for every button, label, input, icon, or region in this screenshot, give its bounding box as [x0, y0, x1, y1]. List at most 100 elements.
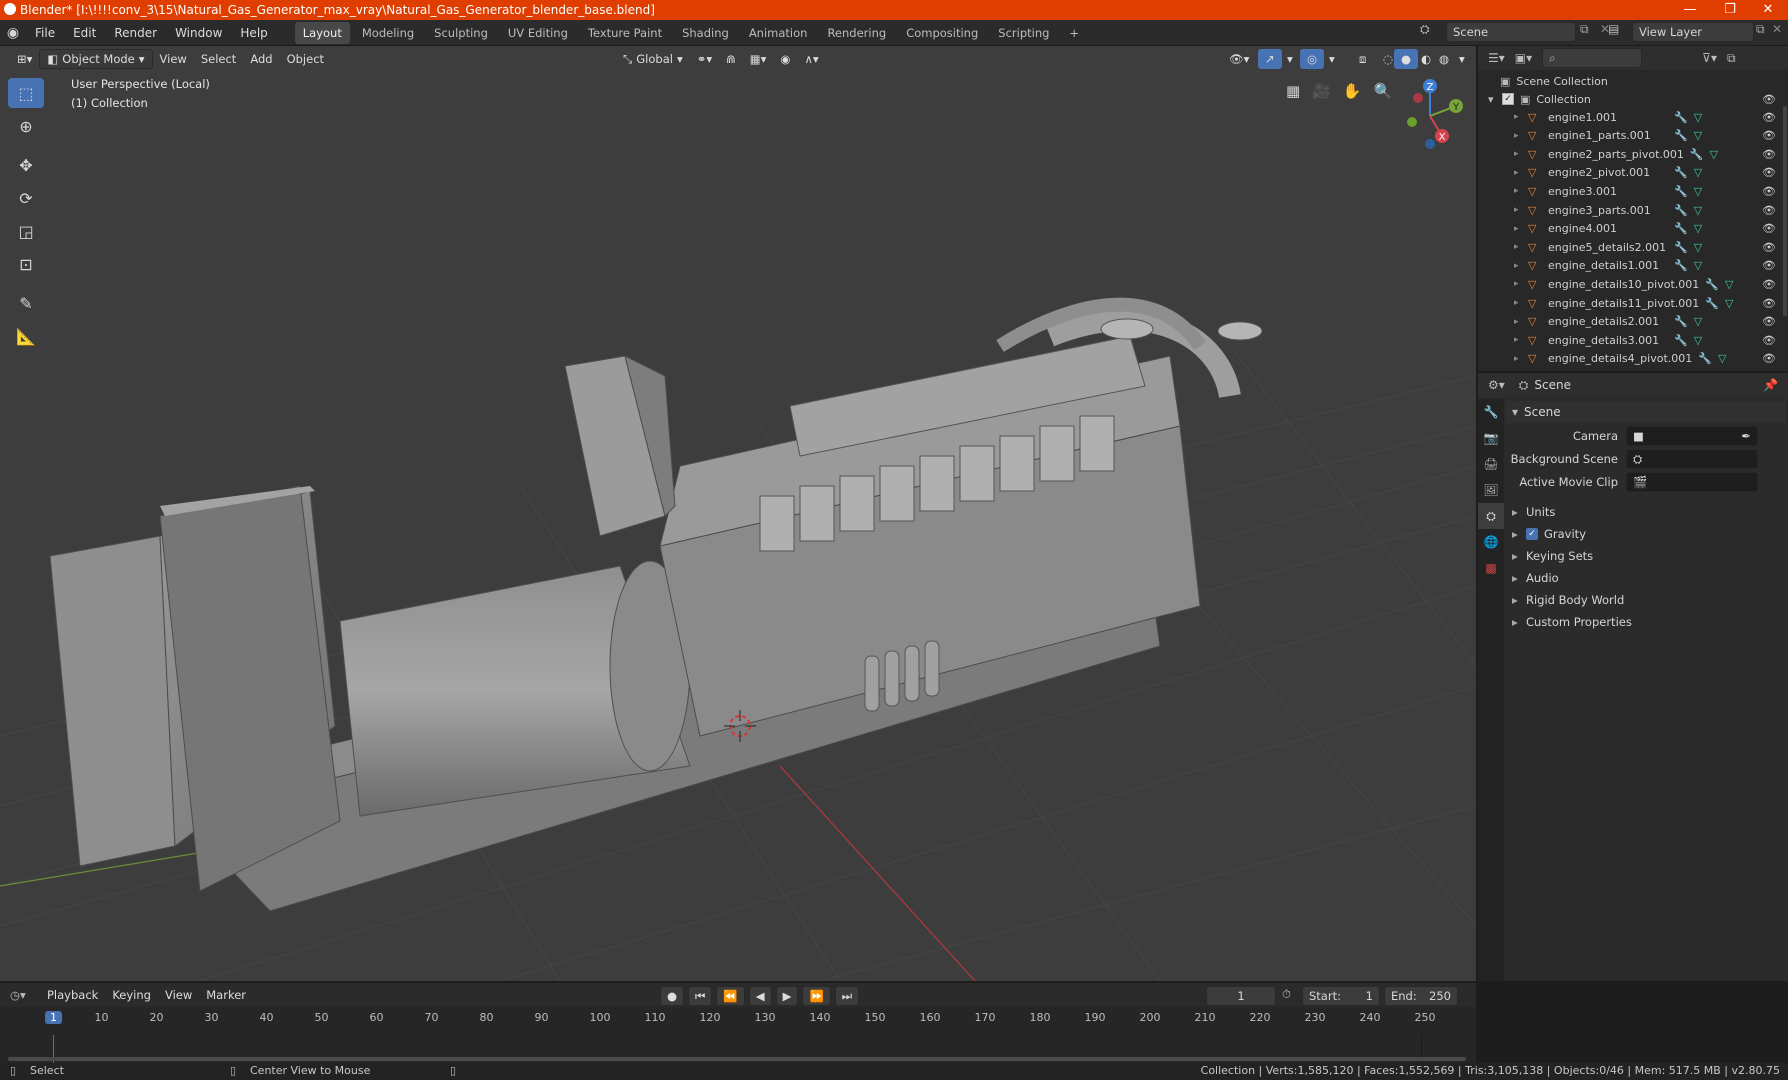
menu-window[interactable]: Window [166, 20, 231, 46]
expand-icon[interactable]: ▸ [1514, 317, 1528, 327]
3d-viewport[interactable]: ⊞▾ ◧ Object Mode ▾ View Select Add Objec… [0, 46, 1476, 981]
outliner-item[interactable]: ▸ ▽ engine_details10_pivot.001 🔧 ▽ 👁 [1478, 275, 1788, 293]
mode-selector[interactable]: ◧ Object Mode ▾ [39, 49, 153, 69]
custom-properties-section[interactable]: ▸ Custom Properties [1506, 611, 1784, 633]
pin-icon[interactable]: 📌 [1763, 378, 1778, 392]
outliner-item[interactable]: ▸ ▽ engine5_details2.001 🔧 ▽ 👁 [1478, 238, 1788, 256]
checkbox-icon[interactable]: ✓ [1502, 93, 1514, 105]
mesh-data-icon[interactable]: ▽ [1694, 129, 1702, 142]
viewport-menu-select[interactable]: Select [194, 49, 243, 69]
camera-view-icon[interactable]: 🎥 [1312, 82, 1331, 100]
outliner-item[interactable]: ▸ ▽ engine_details3.001 🔧 ▽ 👁 [1478, 331, 1788, 349]
maximize-button[interactable]: ❐ [1710, 0, 1750, 20]
tab-output-icon[interactable]: 🖨 [1478, 451, 1504, 477]
mesh-data-icon[interactable]: ▽ [1725, 278, 1733, 291]
eye-icon[interactable]: 👁 [1762, 185, 1776, 198]
expand-icon[interactable]: ▸ [1514, 279, 1528, 289]
expand-icon[interactable]: ▸ [1514, 261, 1528, 271]
expand-icon[interactable]: ▸ [1514, 149, 1528, 159]
gizmo-neg-z-icon[interactable] [1425, 139, 1435, 149]
jump-end-icon[interactable]: ⏭ [834, 986, 860, 1006]
timeline-scrollbar[interactable] [8, 1057, 1466, 1061]
tab-modeling[interactable]: Modeling [354, 22, 422, 44]
pivot-point-icon[interactable]: ⚭▾ [690, 49, 719, 69]
gravity-checkbox[interactable]: ✓ [1526, 528, 1538, 540]
eye-icon[interactable]: 👁 [1762, 241, 1776, 254]
expand-icon[interactable]: ▸ [1514, 205, 1528, 215]
modifier-icon[interactable]: 🔧 [1674, 129, 1688, 142]
expand-icon[interactable]: ▸ [1514, 186, 1528, 196]
select-box-tool[interactable]: ⬚ [8, 78, 44, 108]
units-section[interactable]: ▸ Units [1506, 501, 1784, 523]
new-view-layer-icon[interactable]: ⧉ [1756, 22, 1770, 37]
chevron-down-icon[interactable]: ▾ [1280, 49, 1300, 69]
outliner-item[interactable]: ▸ ▽ engine2_parts_pivot.001 🔧 ▽ 👁 [1478, 145, 1788, 163]
rigid-body-world-section[interactable]: ▸ Rigid Body World [1506, 589, 1784, 611]
transform-orientation-selector[interactable]: ⤡ Global ▾ [616, 49, 690, 69]
outliner-search-input[interactable]: ⌕ [1542, 48, 1643, 68]
eye-icon[interactable]: 👁 [1762, 129, 1776, 142]
viewport-menu-view[interactable]: View [153, 49, 194, 69]
eye-icon[interactable]: 👁 [1762, 222, 1776, 235]
tab-texture-icon[interactable]: ▩ [1478, 555, 1504, 581]
expand-icon[interactable]: ▸ [1514, 168, 1528, 178]
tab-rendering[interactable]: Rendering [819, 22, 894, 44]
view-layer-selector[interactable]: View Layer [1632, 22, 1754, 42]
background-scene-field[interactable]: ⛭ [1626, 449, 1758, 469]
new-scene-icon[interactable]: ⧉ [1580, 22, 1598, 37]
tab-shading[interactable]: Shading [674, 22, 737, 44]
tab-world-icon[interactable]: 🌐 [1478, 529, 1504, 555]
jump-start-icon[interactable]: ⏮ [688, 986, 713, 1006]
tab-animation[interactable]: Animation [741, 22, 816, 44]
navigation-gizmo[interactable]: Z Y X [1390, 76, 1470, 156]
tab-scene-icon[interactable]: ⛭ [1478, 503, 1504, 529]
modifier-icon[interactable]: 🔧 [1674, 166, 1688, 179]
mesh-data-icon[interactable]: ▽ [1725, 297, 1733, 310]
delete-view-layer-icon[interactable]: ✕ [1772, 22, 1786, 36]
modifier-icon[interactable]: 🔧 [1674, 259, 1688, 272]
outliner-item[interactable]: ▸ ▽ engine_details4_pivot.001 🔧 ▽ 👁 [1478, 350, 1788, 368]
mesh-data-icon[interactable]: ▽ [1694, 204, 1702, 217]
outliner-item[interactable]: ▸ ▽ engine4.001 🔧 ▽ 👁 [1478, 220, 1788, 238]
tab-uv-editing[interactable]: UV Editing [500, 22, 576, 44]
eye-icon[interactable]: 👁 [1762, 259, 1776, 272]
eye-icon[interactable]: 👁 [1762, 148, 1776, 161]
eye-icon[interactable]: 👁 [1762, 166, 1776, 179]
tab-compositing[interactable]: Compositing [898, 22, 986, 44]
expand-icon[interactable]: ▸ [1514, 298, 1528, 308]
keying-sets-section[interactable]: ▸ Keying Sets [1506, 545, 1784, 567]
tab-sculpting[interactable]: Sculpting [426, 22, 496, 44]
tab-render-icon[interactable]: 📷 [1478, 425, 1504, 451]
viewport-menu-object[interactable]: Object [280, 49, 331, 69]
mesh-data-icon[interactable]: ▽ [1694, 241, 1702, 254]
new-collection-icon[interactable]: ⧉ [1727, 51, 1736, 66]
expand-icon[interactable]: ▸ [1514, 335, 1528, 345]
properties-editor-icon[interactable]: ⚙▾ [1488, 378, 1505, 392]
modifier-icon[interactable]: 🔧 [1674, 185, 1688, 198]
eye-icon[interactable]: 👁 [1762, 315, 1776, 328]
overlays-toggle-icon[interactable]: ◎ [1300, 49, 1325, 69]
tab-tool-icon[interactable]: 🔧 [1478, 399, 1504, 425]
gizmo-toggle-icon[interactable]: ↗ [1258, 49, 1282, 69]
menu-help[interactable]: Help [231, 20, 276, 46]
add-workspace-button[interactable]: + [1061, 22, 1087, 44]
eyedropper-icon[interactable]: ✒ [1741, 427, 1751, 445]
scene-collection-row[interactable]: ▣ Scene Collection [1478, 72, 1788, 90]
chevron-down-icon[interactable]: ▾ [1452, 49, 1472, 69]
expand-icon[interactable]: ▸ [1514, 354, 1528, 364]
collection-row[interactable]: ▾ ✓ ▣ Collection 👁 [1478, 90, 1788, 108]
end-frame-field[interactable]: End: 250 [1384, 986, 1458, 1006]
visibility-icon[interactable]: 👁▾ [1222, 49, 1256, 69]
tab-scripting[interactable]: Scripting [990, 22, 1057, 44]
modifier-icon[interactable]: 🔧 [1674, 315, 1688, 328]
modifier-icon[interactable]: 🔧 [1674, 222, 1688, 235]
gizmo-neg-y-icon[interactable] [1407, 117, 1417, 127]
menu-edit[interactable]: Edit [64, 20, 105, 46]
modifier-icon[interactable]: 🔧 [1674, 334, 1688, 347]
proportional-edit-icon[interactable]: ◉ [773, 49, 797, 69]
next-keyframe-icon[interactable]: ⏩ [802, 986, 831, 1006]
audio-section[interactable]: ▸ Audio [1506, 567, 1784, 589]
eye-icon[interactable]: 👁 [1762, 93, 1776, 106]
eye-icon[interactable]: 👁 [1762, 278, 1776, 291]
timeline-menu-marker[interactable]: Marker [199, 985, 253, 1005]
